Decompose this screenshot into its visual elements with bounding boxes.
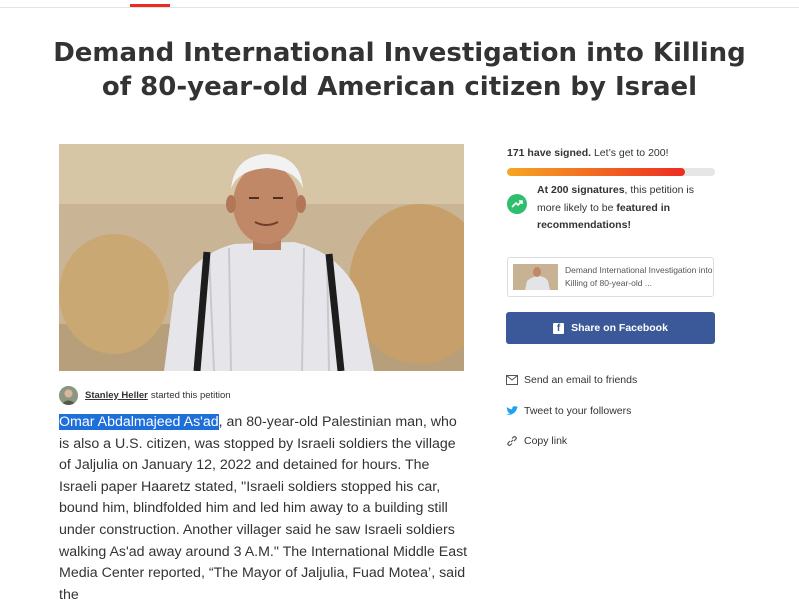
progress-fill — [507, 168, 685, 176]
petition-share-card[interactable]: Demand International Investigation into … — [507, 257, 714, 297]
copy-link-label: Copy link — [524, 435, 568, 447]
milestone-notice: At 200 signatures, this petition is more… — [507, 182, 717, 235]
twitter-icon — [506, 405, 518, 417]
link-icon — [506, 435, 518, 447]
petition-photo[interactable] — [59, 144, 464, 371]
facebook-icon: f — [553, 322, 565, 334]
selected-text[interactable]: Omar Abdalmajeed As'ad — [59, 414, 219, 430]
signature-count: 171 have signed. Let’s get to 200! — [507, 147, 669, 159]
milestone-text: At 200 signatures, this petition is more… — [537, 184, 694, 231]
petition-title: Demand International Investigation into … — [53, 38, 746, 102]
signature-progress-bar — [507, 168, 715, 176]
description-text: , an 80-year-old Palestinian man, who is… — [59, 414, 468, 603]
twitter-share-label: Tweet to your followers — [524, 405, 632, 417]
photo-of-elderly-man — [59, 144, 464, 371]
top-navigation-bar — [0, 0, 799, 8]
copy-link[interactable]: Copy link — [506, 435, 567, 447]
trend-up-icon — [507, 194, 527, 214]
petition-description: Omar Abdalmajeed As'ad, an 80-year-old P… — [59, 412, 469, 606]
facebook-button-label: Share on Facebook — [571, 322, 668, 334]
signed-count-label: 171 have signed. — [507, 147, 592, 159]
starter-suffix: started this petition — [150, 389, 231, 401]
active-tab-indicator — [130, 4, 170, 7]
twitter-share-link[interactable]: Tweet to your followers — [506, 405, 631, 417]
avatar-image — [59, 385, 78, 405]
petition-starter: Stanley Heller started this petition — [59, 385, 231, 405]
share-card-thumbnail — [513, 264, 558, 290]
goal-label: Let’s get to 200! — [593, 147, 669, 159]
share-on-facebook-button[interactable]: f Share on Facebook — [506, 312, 715, 344]
share-card-text: Demand International Investigation into … — [565, 265, 713, 288]
email-share-link[interactable]: Send an email to friends — [506, 374, 637, 386]
email-icon — [506, 374, 518, 386]
starter-avatar[interactable] — [59, 385, 78, 405]
starter-name-link[interactable]: Stanley Heller — [85, 390, 148, 401]
email-share-label: Send an email to friends — [524, 374, 638, 386]
